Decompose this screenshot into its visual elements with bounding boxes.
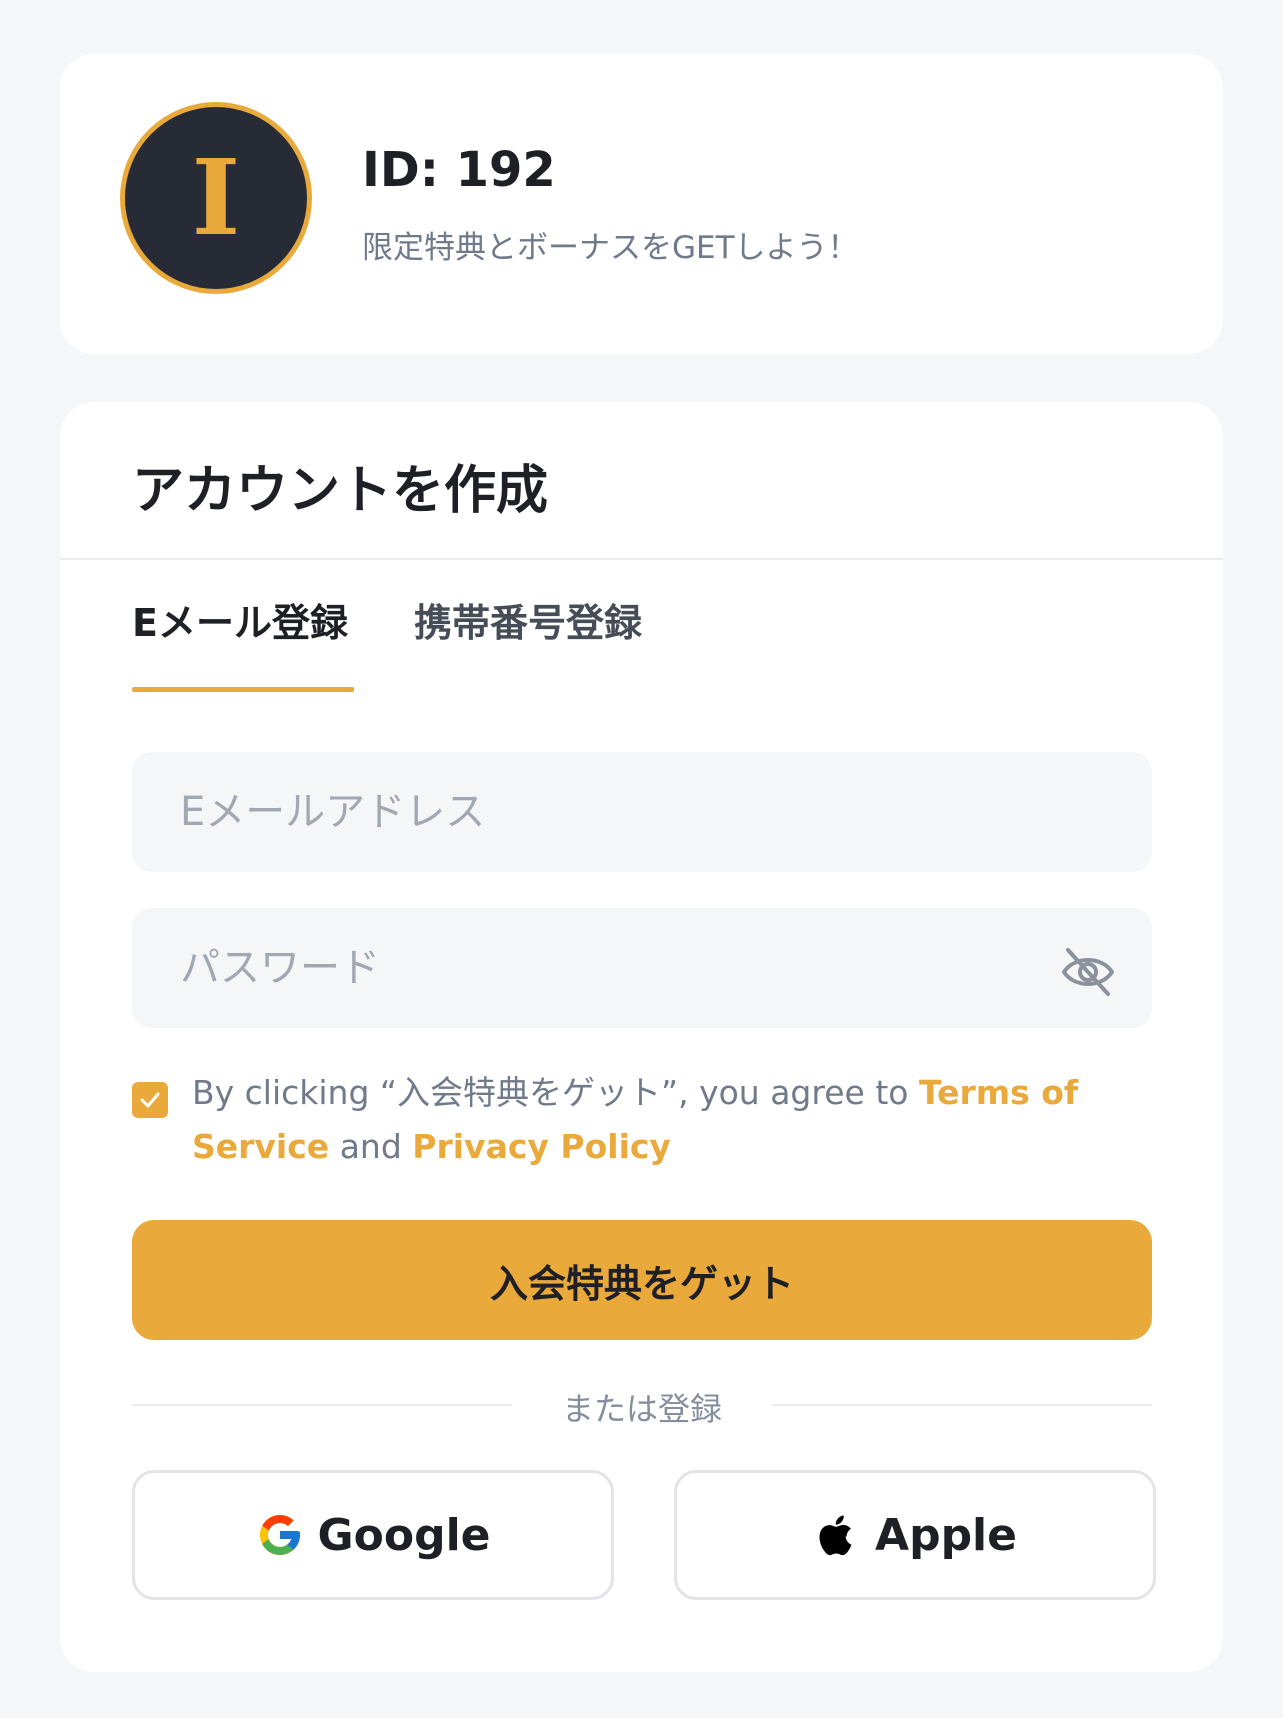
header-divider: [60, 558, 1223, 560]
google-signup-button[interactable]: Google: [132, 1470, 614, 1600]
active-tab-indicator: [132, 687, 354, 692]
avatar-letter: I: [191, 136, 241, 259]
check-icon: [140, 1092, 160, 1108]
promo-text: 限定特典とボーナスをGETしよう！: [362, 230, 859, 266]
or-divider-left: [132, 1404, 512, 1406]
submit-button[interactable]: 入会特典をゲット: [132, 1220, 1152, 1340]
google-label: Google: [317, 1509, 491, 1561]
email-input[interactable]: [180, 789, 1104, 835]
apple-label: Apple: [875, 1509, 1017, 1561]
agree-checkbox[interactable]: [132, 1082, 168, 1118]
user-id: ID: 192: [362, 142, 556, 198]
avatar: I: [120, 102, 312, 294]
signup-card: アカウントを作成 Eメール登録 携帯番号登録 By clicking “入会特典…: [60, 402, 1223, 1672]
apple-icon: [819, 1515, 852, 1556]
agreement-prefix: By clicking “入会特典をゲット”, you agree to: [192, 1073, 919, 1112]
tab-email-signup[interactable]: Eメール登録: [132, 592, 348, 647]
page-title: アカウントを作成: [132, 461, 549, 521]
privacy-link[interactable]: Privacy Policy: [412, 1127, 671, 1166]
eye-off-icon[interactable]: [1060, 946, 1116, 998]
profile-card: I ID: 192 限定特典とボーナスをGETしよう！: [60, 54, 1223, 354]
apple-signup-button[interactable]: Apple: [674, 1470, 1156, 1600]
password-input[interactable]: [180, 945, 1104, 991]
tab-phone-signup[interactable]: 携帯番号登録: [414, 592, 642, 647]
agreement-text: By clicking “入会特典をゲット”, you agree to Ter…: [192, 1066, 1092, 1174]
or-divider-right: [772, 1404, 1152, 1406]
password-field[interactable]: [132, 908, 1152, 1028]
email-field[interactable]: [132, 752, 1152, 872]
or-label: または登録: [561, 1390, 722, 1428]
google-icon: [259, 1515, 300, 1555]
agreement-and: and: [329, 1127, 413, 1166]
